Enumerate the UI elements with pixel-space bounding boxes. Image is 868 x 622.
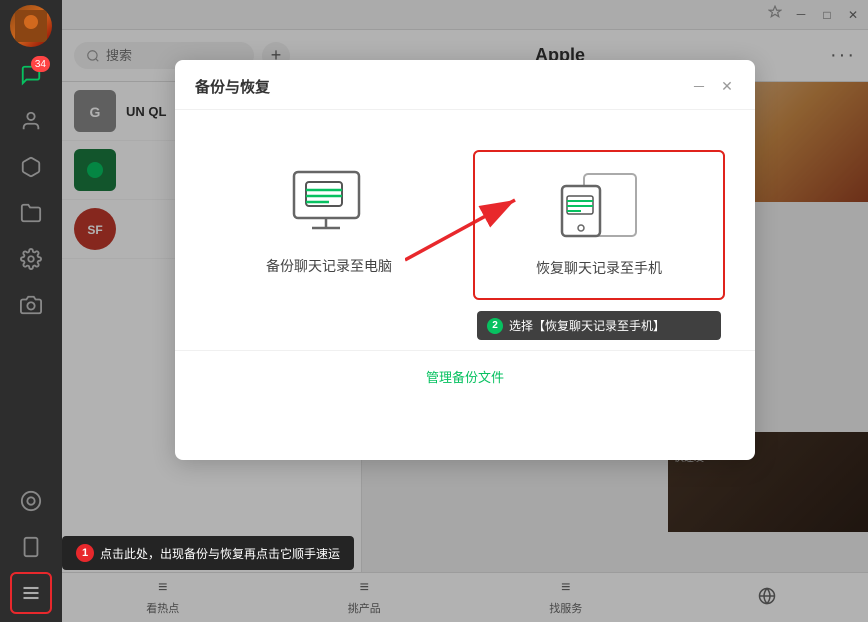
sidebar-item-mobile[interactable] [10,526,52,568]
sidebar-item-chat[interactable]: 34 [10,54,52,96]
sidebar-item-discover[interactable] [10,146,52,188]
dialog-close-button[interactable]: ✕ [719,79,735,95]
backup-restore-dialog: 备份与恢复 － ✕ [175,60,755,460]
tooltip-badge: 2 [487,318,503,334]
main-panel: － □ ✕ + Apple ··· [62,0,868,622]
bottom-tooltip-text: 点击此处，出现备份与恢复再点击它顺手速运 [100,545,340,562]
bottom-tooltip: 1 点击此处，出现备份与恢复再点击它顺手速运 [62,536,354,570]
dialog-title: 备份与恢复 [195,76,270,97]
dialog-minimize-button[interactable]: － [691,79,707,95]
sidebar-item-contacts[interactable] [10,100,52,142]
bottom-tooltip-badge: 1 [76,544,94,562]
sidebar-item-miniapps[interactable] [10,480,52,522]
sidebar-item-folder[interactable] [10,192,52,234]
tooltip-text: 选择【恢复聊天记录至手机】 [509,317,665,334]
dialog-body: 备份聊天记录至电脑 [175,110,755,320]
sidebar-item-menu[interactable] [10,572,52,614]
restore-to-phone-label: 恢复聊天记录至手机 [536,258,662,278]
avatar[interactable] [10,8,52,50]
sidebar-item-settings[interactable] [10,238,52,280]
dialog-footer: 管理备份文件 [175,350,755,403]
restore-to-phone-option[interactable]: 恢复聊天记录至手机 2 选择【恢复聊天记录至手机】 [473,150,725,300]
sidebar: 34 [0,0,62,622]
backup-to-pc-label: 备份聊天记录至电脑 [266,256,392,276]
app-window: 34 [0,0,868,622]
chat-badge: 34 [31,56,50,72]
dialog-controls: － ✕ [691,79,735,95]
sidebar-item-camera[interactable] [10,284,52,326]
manage-backup-link[interactable]: 管理备份文件 [426,370,504,385]
modal-overlay: 备份与恢复 － ✕ [62,0,868,622]
tooltip-restore: 2 选择【恢复聊天记录至手机】 [477,311,721,340]
dialog-header: 备份与恢复 － ✕ [175,60,755,110]
phone-group-icon [554,172,644,242]
monitor-icon [284,170,374,240]
